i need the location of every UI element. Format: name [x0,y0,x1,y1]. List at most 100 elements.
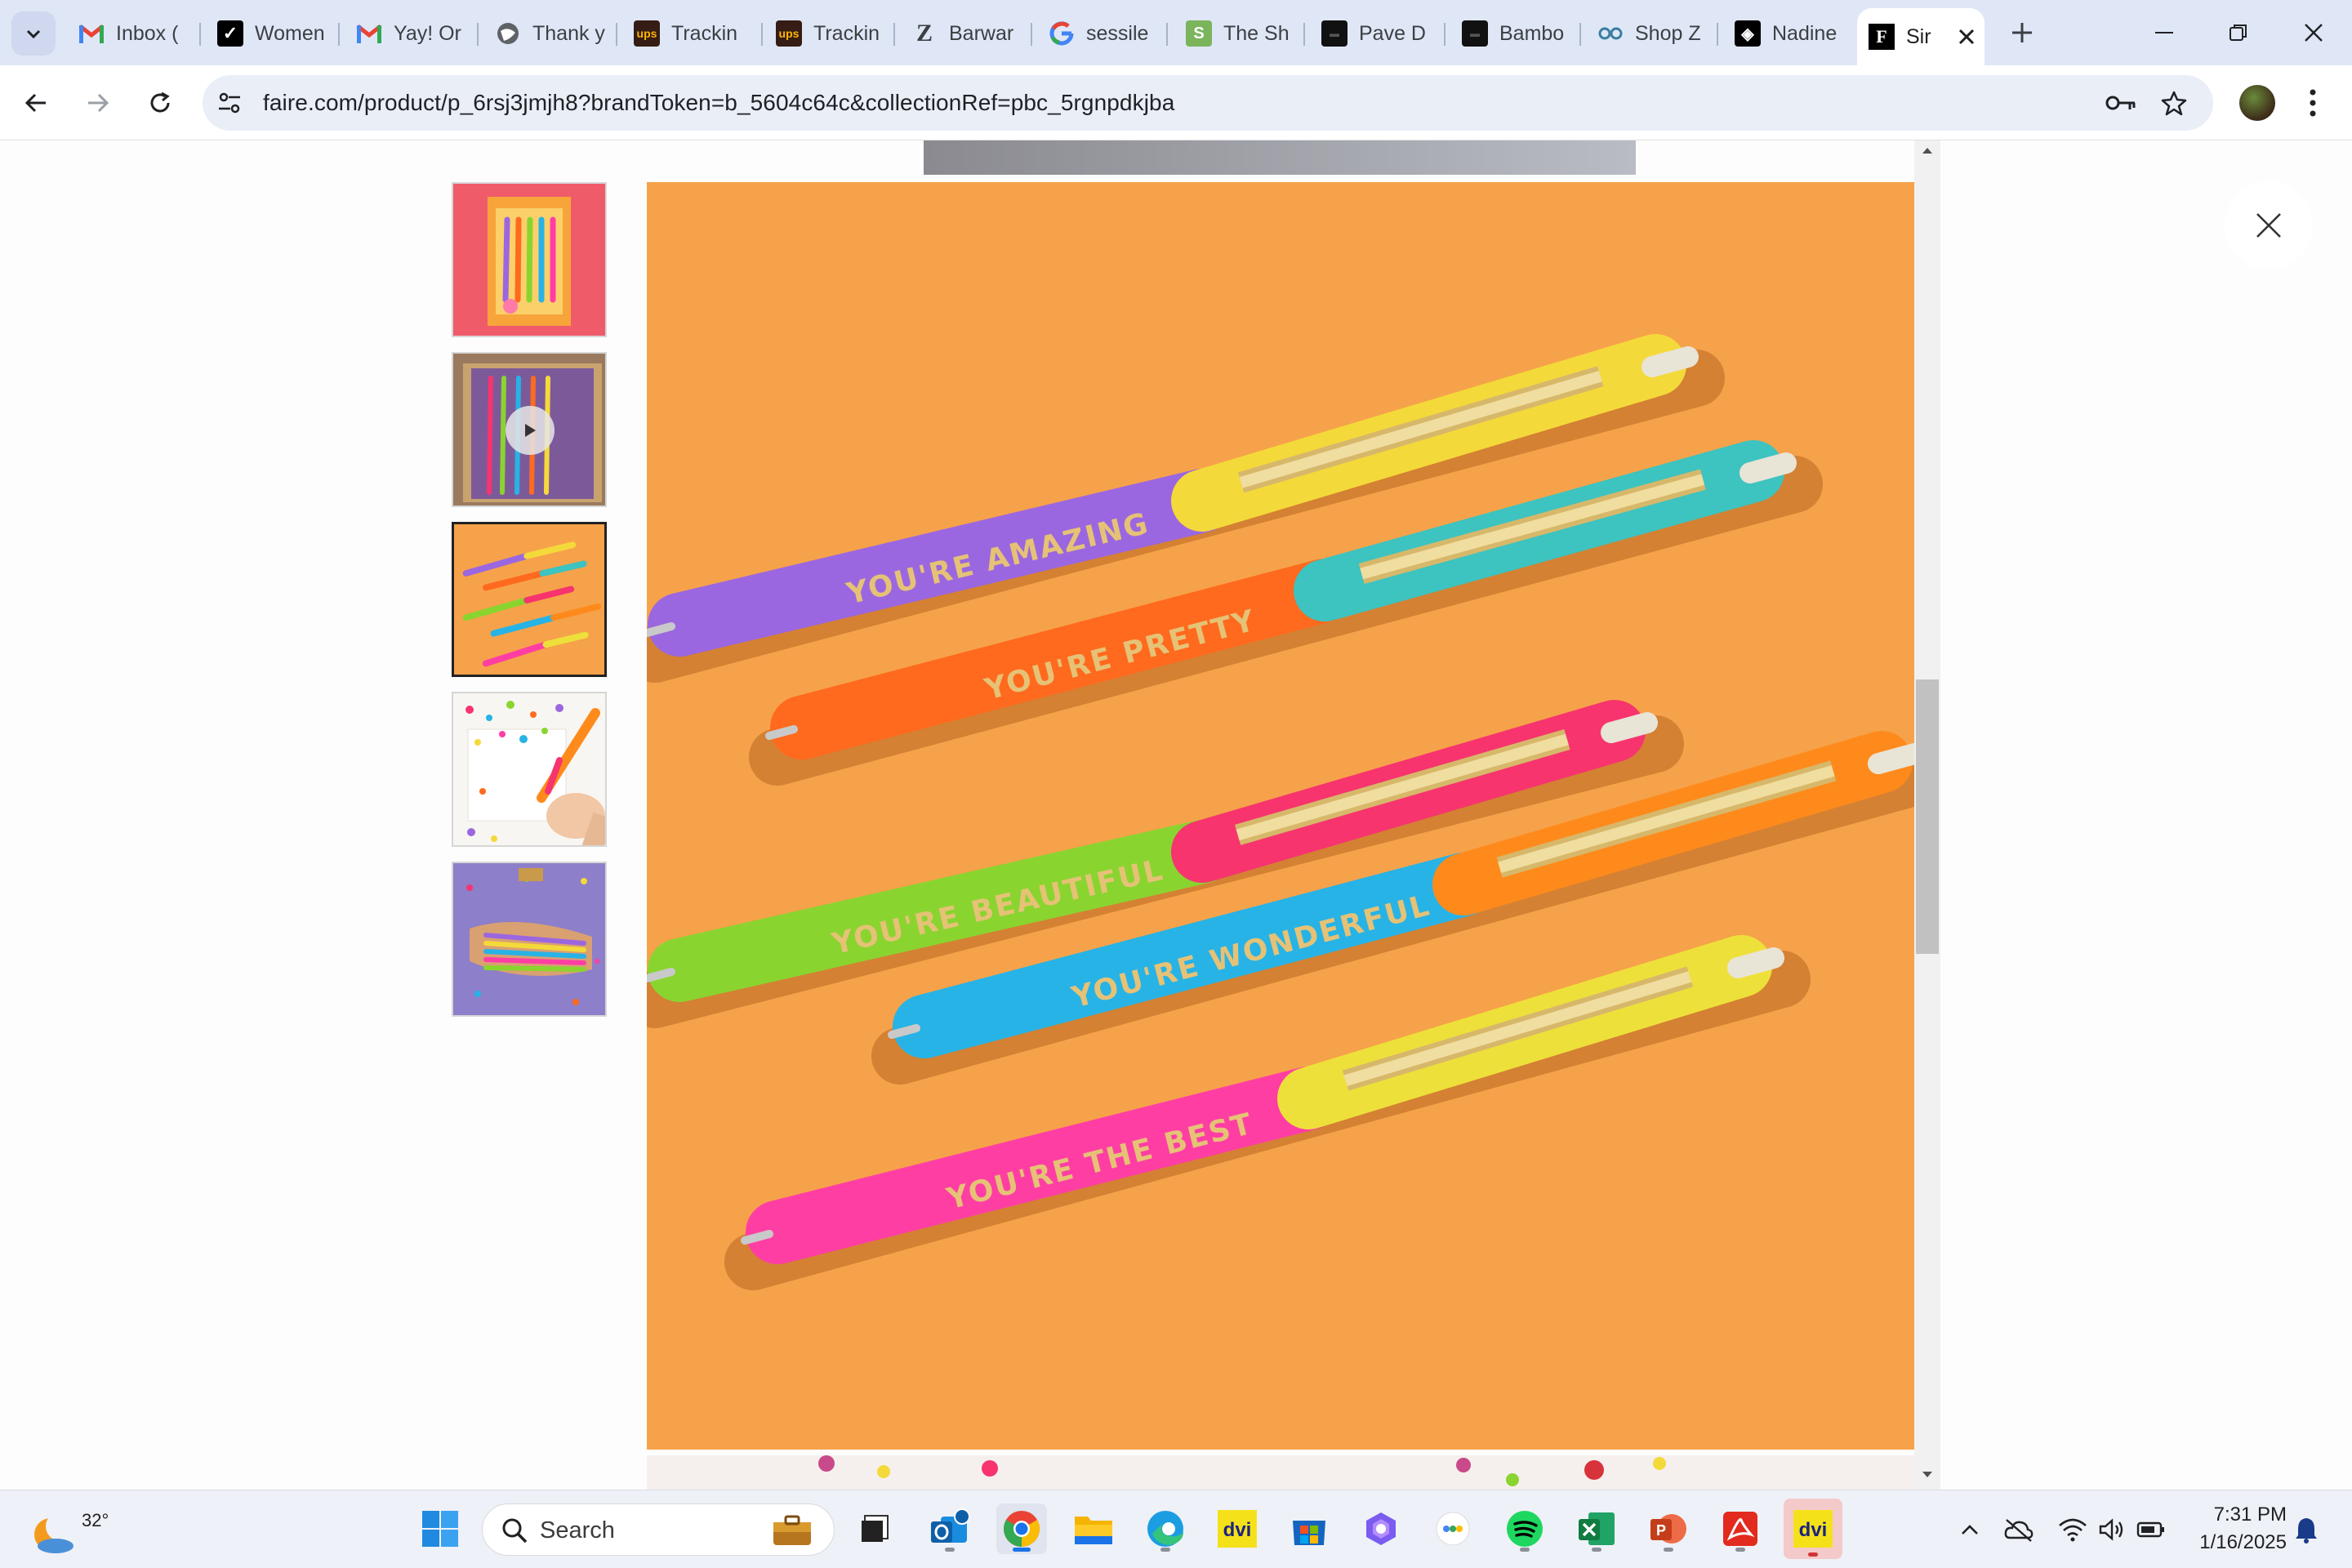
windows-taskbar: 32° Search dvi P dvi 7:31 PM 1/16/2025 [0,1490,2352,1568]
kebab-menu-icon[interactable] [2308,88,2318,118]
show-hidden-icons-button[interactable] [1950,1510,1989,1549]
ups-icon: ups [776,20,802,47]
running-indicator [1735,1548,1745,1552]
thumb-pen-set-box[interactable] [452,182,607,337]
task-view-button[interactable] [849,1503,900,1554]
tab-tracking-2[interactable]: ups Trackin [766,13,897,54]
taskbar-edge[interactable] [1140,1503,1191,1554]
tab-faire-active[interactable]: F Sir [1857,8,1984,65]
running-indicator [1664,1548,1673,1552]
tab-nadine[interactable]: ◈ Nadine [1725,13,1855,54]
restore-button[interactable] [2210,10,2267,56]
thumb-pens-orange[interactable] [452,522,607,677]
arrow-left-icon [24,93,46,113]
taskbar-powerpoint[interactable]: P [1643,1503,1694,1554]
clock-time[interactable]: 7:31 PM [2205,1503,2287,1526]
tab-separator [893,23,895,46]
tab-inbox[interactable]: Inbox ( [69,13,191,54]
taskbar-spotify[interactable] [1499,1503,1550,1554]
tab-separator [199,23,201,46]
forward-button[interactable] [75,80,121,126]
taskbar-excel[interactable] [1571,1503,1622,1554]
taskbar-dvi-active[interactable]: dvi [1784,1499,1842,1559]
profile-avatar[interactable] [2239,85,2275,121]
reload-icon [150,91,170,113]
cloud-offline-icon [2004,1519,2034,1542]
tab-separator [1031,23,1032,46]
windows-logo-icon [422,1511,458,1547]
minimize-button[interactable] [2136,10,2193,56]
tab-pave[interactable]: ▬ Pave D [1312,13,1450,54]
plus-icon [2012,23,2032,42]
battery-status[interactable] [2132,1510,2171,1549]
start-button[interactable] [415,1503,466,1554]
site-settings-icon[interactable] [217,91,242,114]
taskbar-app-pinwheel[interactable] [1428,1503,1478,1554]
store-icon [1293,1521,1325,1545]
scroll-up-arrow-icon[interactable] [1921,145,1934,155]
tab-search-button[interactable] [11,11,56,56]
gmail-icon [356,20,382,47]
scroll-down-arrow-icon[interactable] [1921,1470,1934,1480]
volume-status[interactable] [2092,1510,2132,1549]
running-indicator [945,1548,955,1552]
tab-title: Sir [1906,24,1931,48]
close-icon [2305,24,2323,42]
tab-shop-z[interactable]: Shop Z [1588,13,1726,54]
taskbar-chrome[interactable] [996,1503,1047,1554]
tab-barware[interactable]: Z Barwar [902,13,1032,54]
tab-strip: Inbox ( ✓ Women Yay! Or Thank y ups Trac… [0,0,2352,65]
tab-sessile[interactable]: sessile [1039,13,1169,54]
tab-title: Trackin [671,21,738,45]
faire-icon: F [1869,24,1895,50]
bookmark-star-icon[interactable] [2161,90,2187,116]
tab-title: Barwar [949,21,1014,45]
pens-image: YOU'RE AMAZINGYOU'RE PRETTYYOU'RE BEAUTI… [647,182,1914,1450]
shopify-icon: S [1186,20,1212,47]
onedrive-status[interactable] [1999,1510,2038,1549]
globe-icon [495,20,521,47]
close-window-button[interactable] [2285,10,2342,56]
running-indicator [1520,1548,1530,1552]
address-bar[interactable]: faire.com/product/p_6rsj3jmjh8?brandToke… [203,75,2213,131]
tab-separator [1579,23,1581,46]
taskbar-copilot[interactable] [1356,1503,1406,1554]
tab-tracking-1[interactable]: ups Trackin [624,13,755,54]
gmail-icon [78,20,105,47]
tab-yay[interactable]: Yay! Or [346,13,469,54]
scrollbar-thumb[interactable] [1916,679,1939,954]
wifi-status[interactable] [2053,1510,2092,1549]
tab-title: Pave D [1359,21,1426,45]
reload-button[interactable] [137,80,183,126]
play-button[interactable] [506,406,555,455]
moon-weather-icon [34,1513,75,1553]
tab-the-shop[interactable]: S The Sh [1176,13,1307,54]
google-icon [1049,20,1075,47]
close-icon [2256,213,2281,238]
weather-widget[interactable]: 32° [31,1499,109,1561]
taskbar-dvi[interactable]: dvi [1212,1503,1263,1554]
taskbar-acrobat[interactable] [1715,1503,1766,1554]
close-tab-icon[interactable] [1958,28,1976,46]
svg-text:dvi: dvi [1799,1519,1828,1541]
thumb-confetti-writing[interactable] [452,692,607,847]
taskbar-file-explorer[interactable] [1068,1503,1119,1554]
tab-women[interactable]: ✓ Women [207,13,330,54]
back-button[interactable] [13,80,59,126]
thumb-hands-holding-pens[interactable] [452,862,607,1017]
clock-date[interactable]: 1/16/2025 [2172,1531,2287,1554]
pen-click [1601,712,1658,743]
password-key-icon[interactable] [2105,93,2136,113]
pave-icon: ▬ [1321,20,1348,47]
thumb-video[interactable] [452,352,607,507]
taskbar-search-box[interactable]: Search [482,1503,835,1556]
tab-bamboo[interactable]: ▬ Bambo [1452,13,1591,54]
new-tab-button[interactable] [2001,11,2043,54]
taskbar-outlook[interactable] [924,1503,975,1554]
close-modal-button[interactable] [2225,181,2313,270]
shop-icon [1597,20,1624,47]
notifications-button[interactable] [2287,1510,2326,1549]
taskbar-store[interactable] [1284,1503,1334,1554]
ups-icon: ups [634,20,660,47]
tab-thank-you[interactable]: Thank y [485,13,608,54]
